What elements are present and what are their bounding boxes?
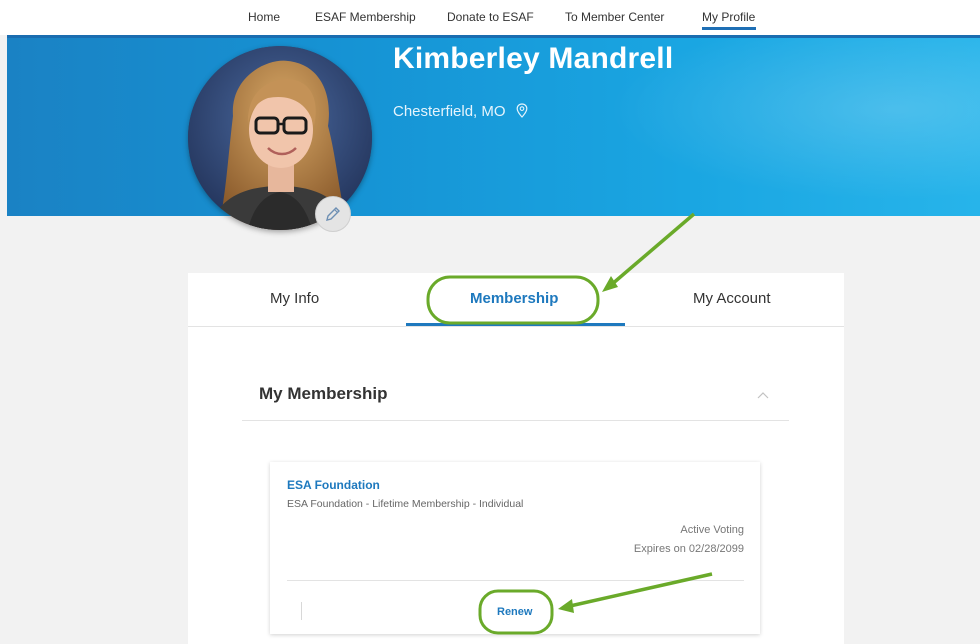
renew-button[interactable]: Renew — [497, 606, 532, 618]
membership-status: Active Voting — [680, 524, 744, 536]
membership-expiration: Expires on 02/28/2099 — [633, 543, 744, 555]
membership-card: ESA Foundation ESA Foundation - Lifetime… — [270, 462, 760, 634]
tab-my-account[interactable]: My Account — [693, 290, 771, 307]
nav-item-donate[interactable]: Donate to ESAF — [447, 10, 534, 24]
nav-item-my-profile[interactable]: My Profile — [702, 10, 755, 24]
nav-active-underline — [702, 27, 756, 30]
membership-plan: ESA Foundation - Lifetime Membership - I… — [287, 498, 524, 510]
card-divider — [287, 580, 744, 581]
organization-name[interactable]: ESA Foundation — [287, 478, 380, 492]
map-pin-icon — [516, 103, 528, 118]
location-text: Chesterfield, MO — [393, 103, 506, 120]
section-divider — [242, 420, 789, 421]
top-nav: Home ESAF Membership Donate to ESAF To M… — [0, 0, 980, 35]
nav-item-home[interactable]: Home — [248, 10, 280, 24]
chevron-up-icon[interactable] — [756, 390, 770, 400]
profile-card: My Info Membership My Account My Members… — [188, 273, 844, 644]
action-divider — [301, 602, 302, 620]
edit-avatar-button[interactable] — [315, 196, 351, 232]
tab-my-info[interactable]: My Info — [270, 290, 319, 307]
nav-item-member-center[interactable]: To Member Center — [565, 10, 664, 24]
section-title: My Membership — [259, 384, 388, 403]
profile-tabs: My Info Membership My Account — [188, 273, 844, 327]
profile-location: Chesterfield, MO — [393, 103, 528, 120]
active-tab-underline — [406, 323, 625, 326]
pencil-icon — [326, 207, 340, 221]
profile-name: Kimberley Mandrell — [393, 42, 674, 75]
tab-membership[interactable]: Membership — [470, 290, 558, 307]
nav-item-esaf-membership[interactable]: ESAF Membership — [315, 10, 416, 24]
